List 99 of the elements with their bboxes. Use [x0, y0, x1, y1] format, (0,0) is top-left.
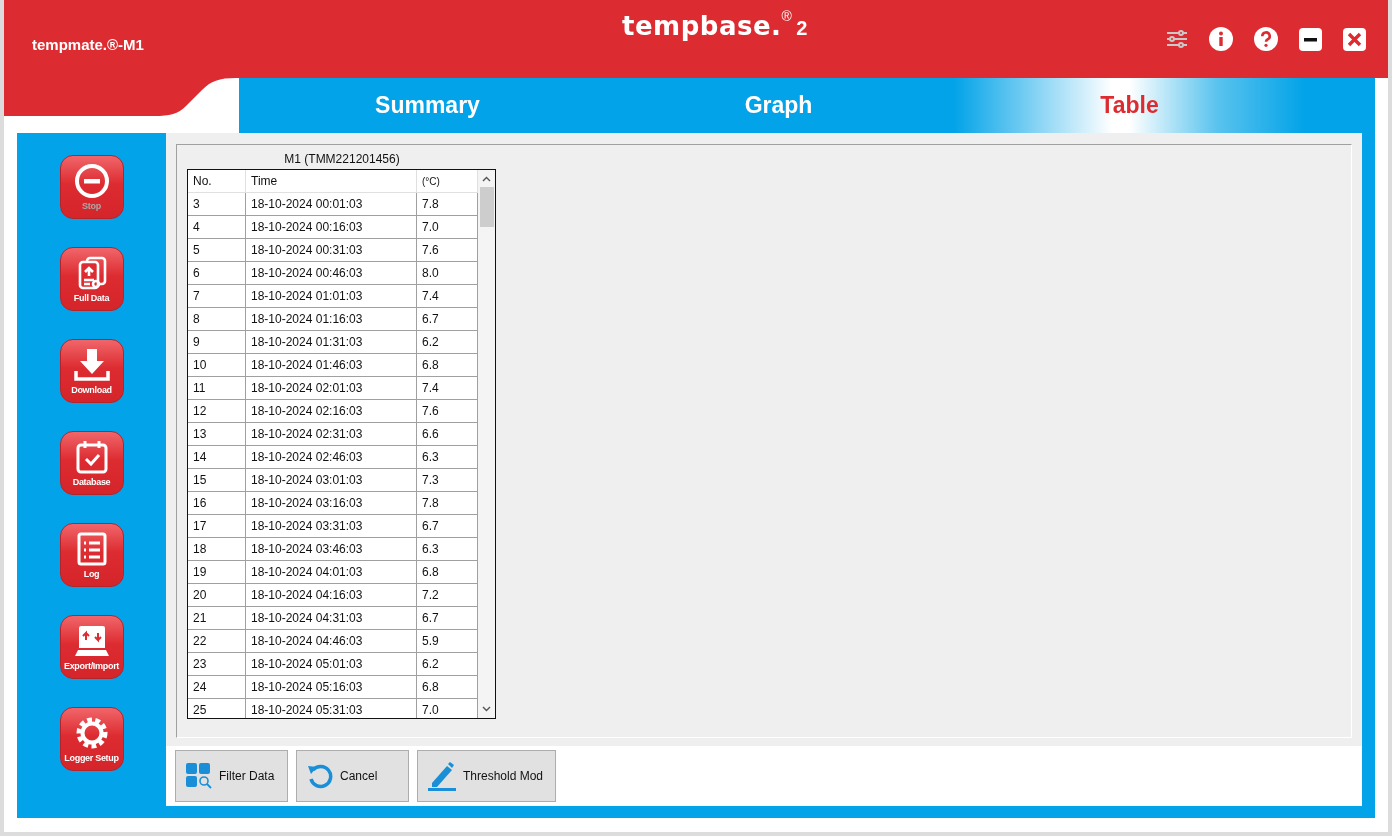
- table-cell: 6.8: [416, 353, 478, 377]
- table-cell: 7.8: [416, 192, 478, 216]
- table-cell: 18-10-2024 00:16:03: [245, 215, 417, 239]
- table-cell: 18-10-2024 02:16:03: [245, 399, 417, 423]
- sidebar-button[interactable]: Logger Setup: [59, 707, 124, 771]
- table-cell: 14: [188, 445, 246, 469]
- table-cell: 18-10-2024 00:46:03: [245, 261, 417, 285]
- device-name: tempmate.®-M1: [32, 35, 144, 53]
- table-cell: 18-10-2024 03:01:03: [245, 468, 417, 492]
- table-cell: 6.3: [416, 445, 478, 469]
- table-cell: 17: [188, 514, 246, 538]
- table-cell: 11: [188, 376, 246, 400]
- table-cell: 7.6: [416, 399, 478, 423]
- table-cell: 15: [188, 468, 246, 492]
- table-cell: 23: [188, 652, 246, 676]
- table-cell: 4: [188, 215, 246, 239]
- table-cell: 10: [188, 353, 246, 377]
- app-logo: tempbase.$^{®}$ 2: [622, 8, 808, 42]
- table-cell: 6.2: [416, 330, 478, 354]
- table-cell: 8: [188, 307, 246, 331]
- table-cell: 9: [188, 330, 246, 354]
- table-cell: 8.0: [416, 261, 478, 285]
- sidebar-button[interactable]: Export/Import: [59, 615, 124, 679]
- table-cell: 20: [188, 583, 246, 607]
- table-cell: 21: [188, 606, 246, 630]
- tab[interactable]: Graph: [603, 78, 954, 133]
- table-cell: 18-10-2024 02:31:03: [245, 422, 417, 446]
- column-header: Time: [245, 170, 417, 193]
- table-cell: 6.7: [416, 307, 478, 331]
- table-cell: 6.2: [416, 652, 478, 676]
- sidebar-button[interactable]: Download: [59, 339, 124, 403]
- table-cell: 18-10-2024 01:31:03: [245, 330, 417, 354]
- table-cell: 7.3: [416, 468, 478, 492]
- table-cell: 19: [188, 560, 246, 584]
- table-cell: 16: [188, 491, 246, 515]
- table-cell: 18: [188, 537, 246, 561]
- minimize-icon[interactable]: [1299, 27, 1322, 51]
- scroll-up-icon[interactable]: [482, 176, 491, 182]
- info-icon[interactable]: [1209, 27, 1233, 51]
- table-cell: 7: [188, 284, 246, 308]
- table-cell: 18-10-2024 01:01:03: [245, 284, 417, 308]
- table-cell: 5: [188, 238, 246, 262]
- table-cell: 18-10-2024 00:31:03: [245, 238, 417, 262]
- laptop-icon: [73, 623, 110, 659]
- close-icon[interactable]: [1343, 27, 1366, 51]
- table-cell: 6.7: [416, 514, 478, 538]
- table-cell: 24: [188, 675, 246, 699]
- table-cell: 18-10-2024 03:46:03: [245, 537, 417, 561]
- table-cell: 6: [188, 261, 246, 285]
- table-cell: 18-10-2024 05:16:03: [245, 675, 417, 699]
- stop-icon: [73, 163, 110, 199]
- table-cell: 7.4: [416, 376, 478, 400]
- table-cell: 18-10-2024 04:31:03: [245, 606, 417, 630]
- scroll-down-icon[interactable]: [482, 706, 491, 712]
- table-cell: 18-10-2024 03:31:03: [245, 514, 417, 538]
- table-cell: 12: [188, 399, 246, 423]
- table-cell: 22: [188, 629, 246, 653]
- download-icon: [73, 347, 110, 383]
- action-button[interactable]: Filter Data: [175, 750, 288, 802]
- table-cell: 7.6: [416, 238, 478, 262]
- table-cell: 6.8: [416, 675, 478, 699]
- table-cell: 7.4: [416, 284, 478, 308]
- table-cell: 18-10-2024 01:46:03: [245, 353, 417, 377]
- scrollbar[interactable]: [478, 170, 495, 718]
- table-cell: 7.8: [416, 491, 478, 515]
- table-cell: 18-10-2024 00:01:03: [245, 192, 417, 216]
- table-cell: 6.3: [416, 537, 478, 561]
- table-cell: 7.0: [416, 215, 478, 239]
- tab[interactable]: Table: [954, 78, 1305, 133]
- table-cell: 18-10-2024 02:01:03: [245, 376, 417, 400]
- undo-icon: [307, 763, 333, 789]
- table-cell: 18-10-2024 01:16:03: [245, 307, 417, 331]
- table-cell: 18-10-2024 05:01:03: [245, 652, 417, 676]
- scrollbar-thumb[interactable]: [479, 187, 494, 227]
- sidebar-button[interactable]: Log: [59, 523, 124, 587]
- grid-search-icon: [186, 763, 212, 789]
- column-header: (°C): [416, 170, 478, 193]
- sidebar-button[interactable]: Full Data: [59, 247, 124, 311]
- table-cell: 3: [188, 192, 246, 216]
- help-icon[interactable]: [1254, 27, 1278, 51]
- table-cell: 18-10-2024 04:46:03: [245, 629, 417, 653]
- table-cell: 5.9: [416, 629, 478, 653]
- pencil-icon: [428, 761, 456, 791]
- table-cell: 6.8: [416, 560, 478, 584]
- table-cell: 6.7: [416, 606, 478, 630]
- action-button[interactable]: Cancel: [296, 750, 409, 802]
- column-header: No.: [188, 170, 246, 193]
- sidebar-button[interactable]: Database: [59, 431, 124, 495]
- table-cell: 18-10-2024 03:16:03: [245, 491, 417, 515]
- table-cell: 18-10-2024 02:46:03: [245, 445, 417, 469]
- action-button[interactable]: Threshold Mod: [417, 750, 557, 802]
- table-cell: 18-10-2024 04:16:03: [245, 583, 417, 607]
- table-cell: 13: [188, 422, 246, 446]
- table-cell: 18-10-2024 04:01:03: [245, 560, 417, 584]
- tab[interactable]: Summary: [252, 78, 603, 133]
- table-cell: 6.6: [416, 422, 478, 446]
- table-cell: 7.2: [416, 583, 478, 607]
- table-title: M1 (TMM221201456): [283, 151, 401, 168]
- sliders-icon[interactable]: [1166, 29, 1188, 49]
